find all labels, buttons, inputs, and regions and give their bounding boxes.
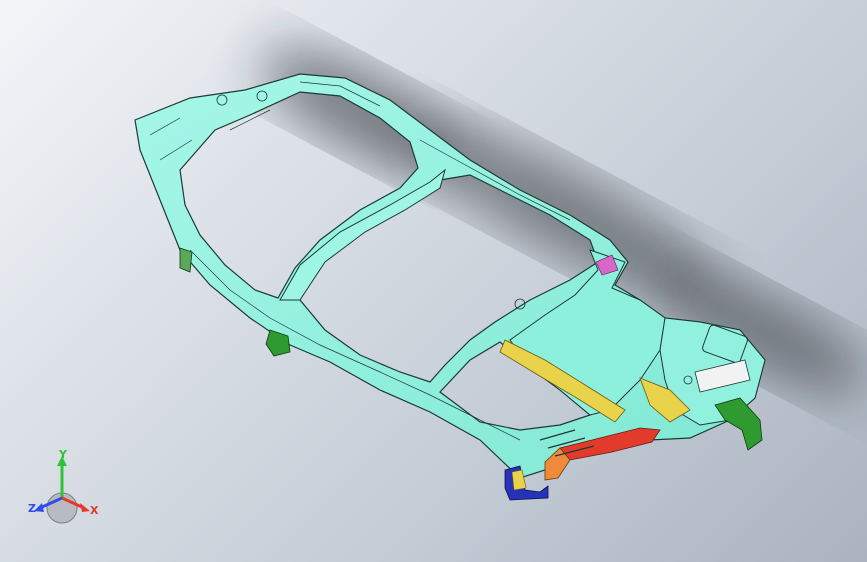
triad-x-label: X [90,504,99,517]
reference-triad: Y Z X [22,446,106,526]
b-pillar [279,168,446,301]
model-view[interactable] [0,0,867,562]
triad-y-label: Y [59,448,67,461]
graphics-viewport[interactable]: Y Z X [0,0,867,562]
triad-z-label: Z [28,502,36,515]
front-green-bracket [179,247,193,273]
